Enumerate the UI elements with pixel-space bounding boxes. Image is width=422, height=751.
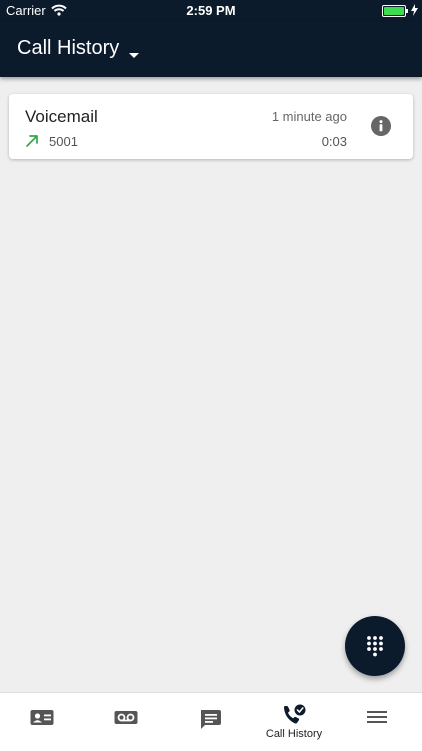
call-history-item[interactable]: Voicemail 1 minute ago 5001 0:03 (9, 94, 413, 159)
contacts-icon (30, 710, 54, 725)
menu-icon (367, 711, 387, 723)
battery-icon (382, 5, 408, 17)
call-history-icon (284, 704, 306, 724)
app-bar: Call History (0, 22, 422, 77)
nav-call-history[interactable]: Call History (252, 693, 336, 751)
caret-down-icon[interactable] (128, 46, 140, 64)
status-bar: Carrier 2:59 PM (0, 0, 422, 22)
nav-menu[interactable] (336, 693, 420, 751)
caller-name: Voicemail (25, 107, 98, 126)
nav-voicemail[interactable] (84, 693, 168, 751)
messages-icon (201, 710, 221, 729)
call-time-ago: 1 minute ago (271, 109, 347, 124)
charging-bolt-icon (411, 4, 418, 19)
outgoing-call-arrow-icon (25, 134, 39, 153)
dialpad-icon (367, 636, 383, 657)
dialpad-button[interactable] (345, 616, 405, 676)
page-title[interactable]: Call History (17, 37, 119, 60)
nav-messages[interactable] (168, 693, 252, 751)
nav-contacts[interactable] (0, 693, 84, 751)
info-icon[interactable] (371, 116, 391, 136)
nav-call-history-label: Call History (265, 728, 323, 740)
status-time: 2:59 PM (186, 3, 236, 18)
voicemail-icon (114, 711, 138, 724)
bottom-nav: Call History (0, 692, 422, 751)
call-duration: 0:03 (321, 134, 347, 149)
caller-number: 5001 (49, 134, 78, 149)
